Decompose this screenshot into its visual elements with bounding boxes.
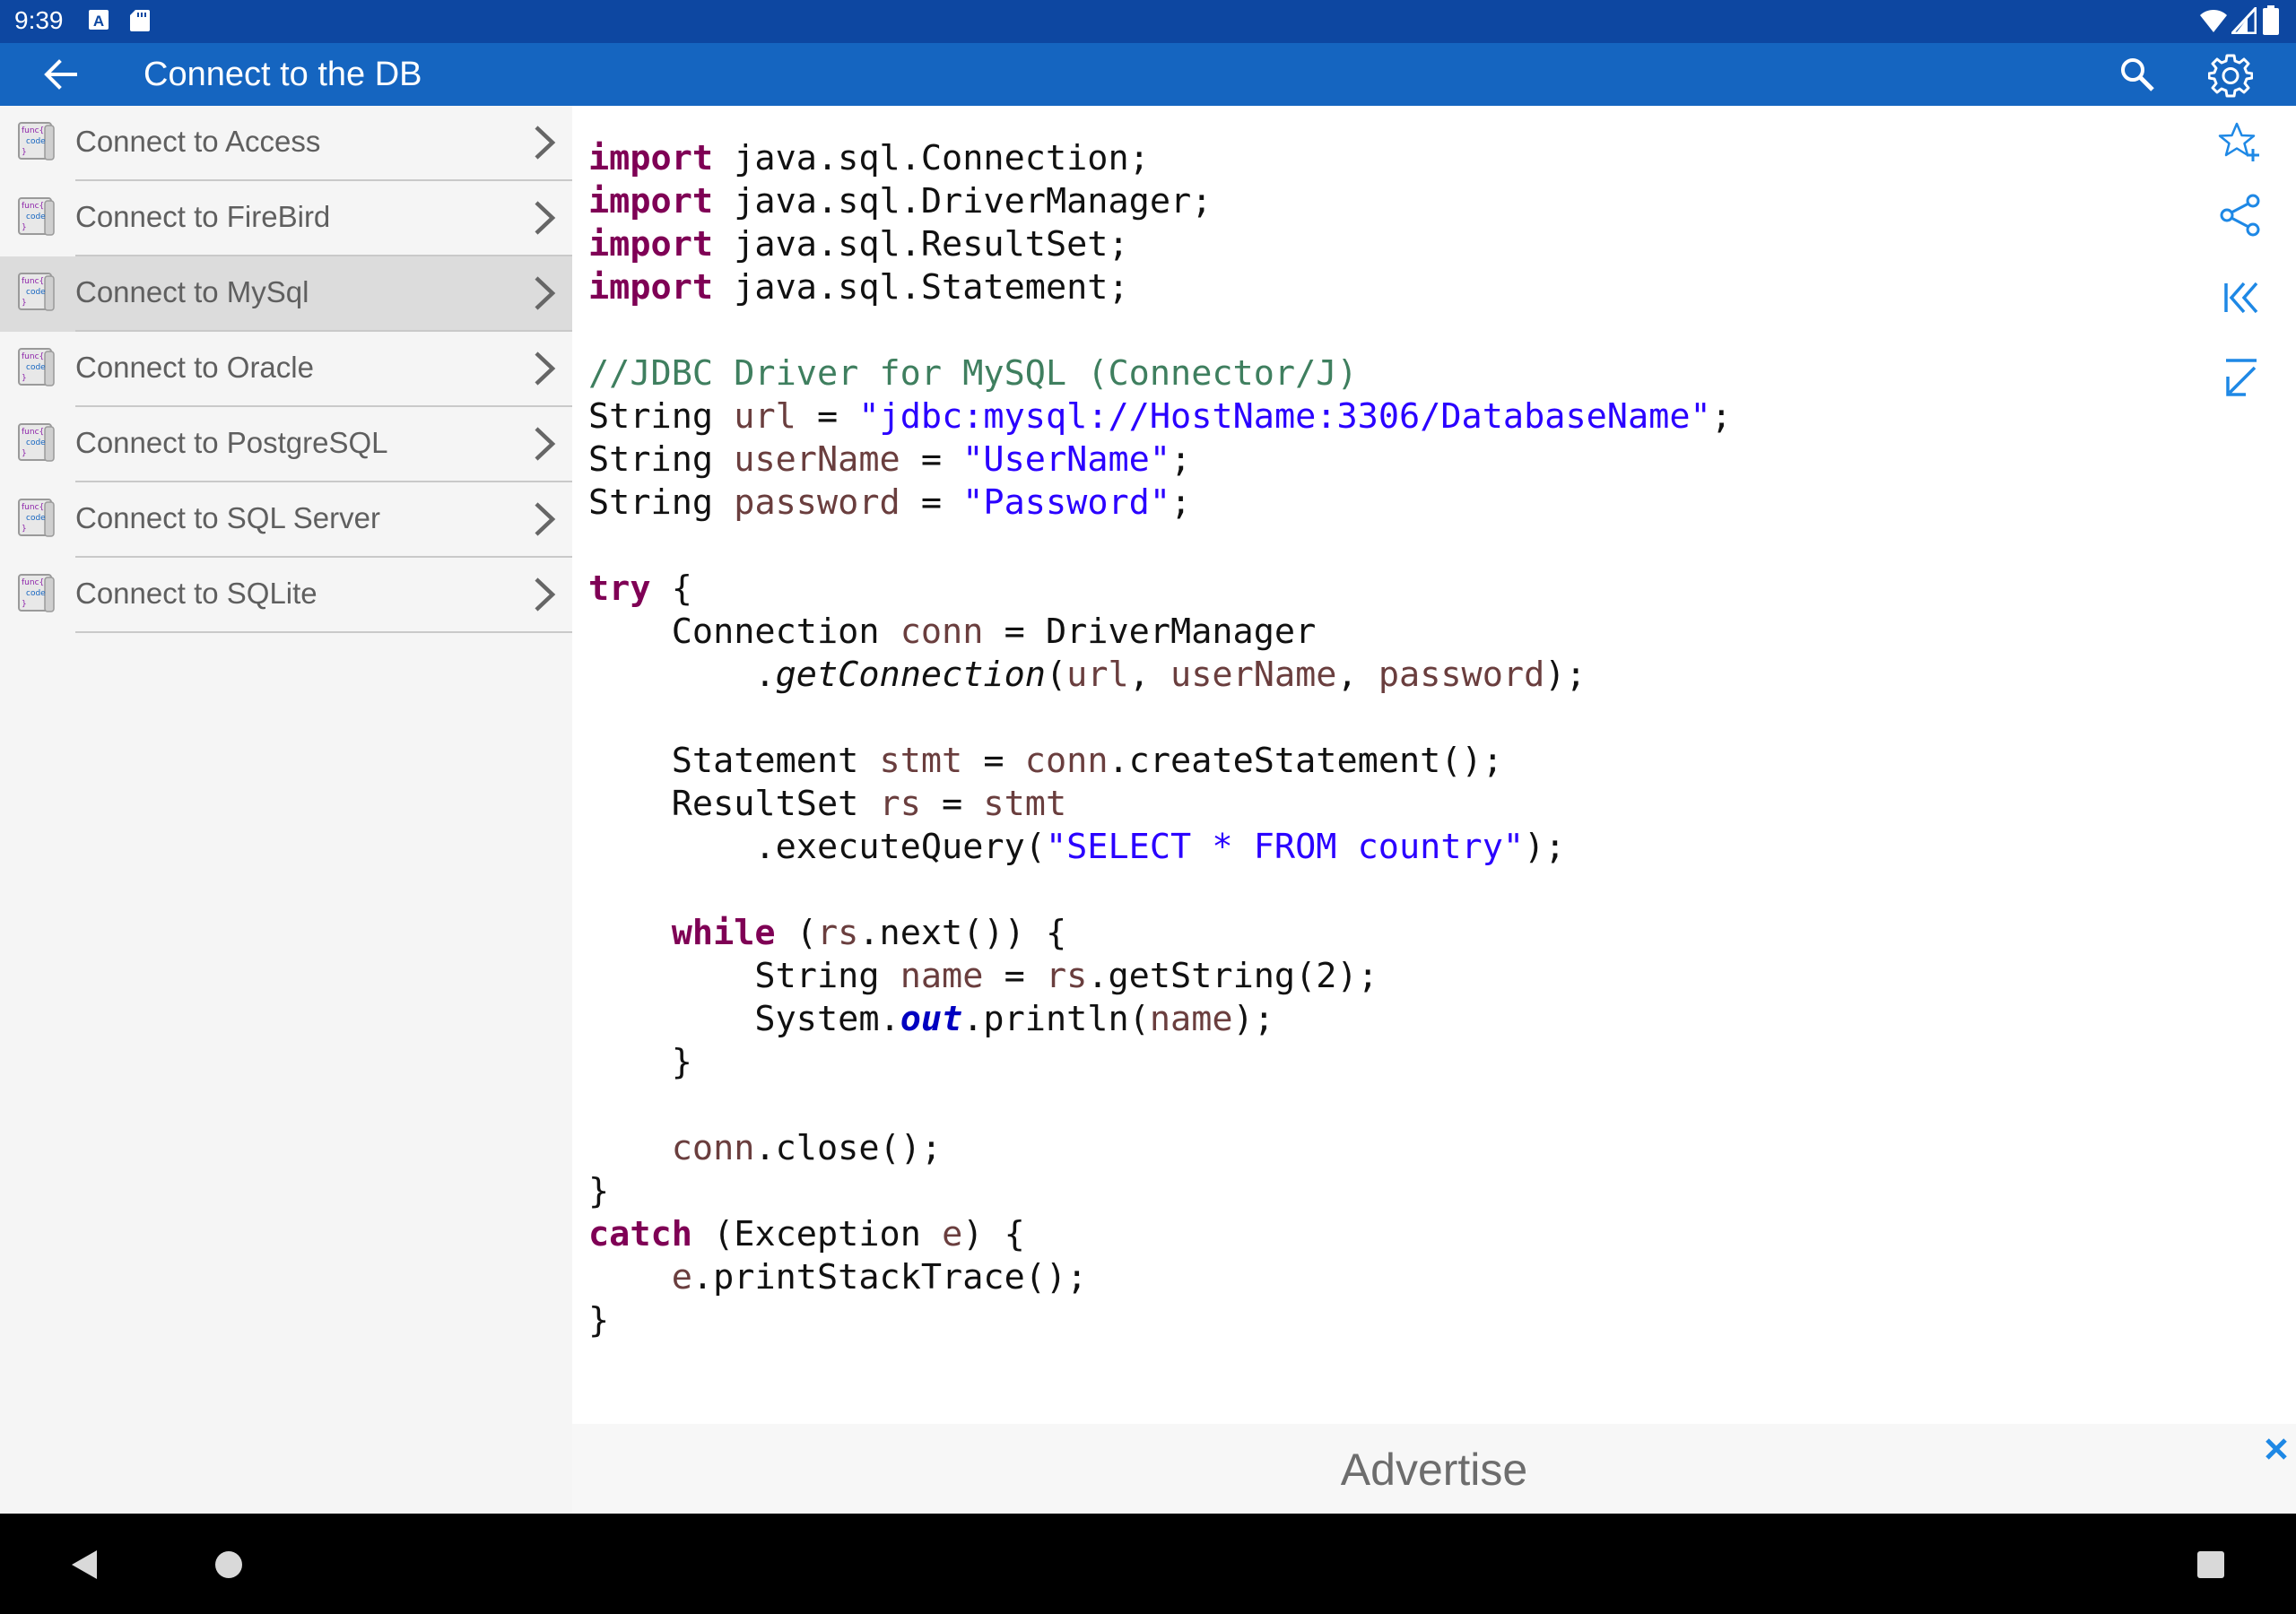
sidebar-item-label: Connect to SQL Server — [75, 501, 380, 534]
chevron-right-icon — [535, 577, 556, 612]
sidebar-item-firebird[interactable]: func{ code } Connect to FireBird — [0, 181, 572, 256]
sidebar: func{ code } Connect to Access func{ cod… — [0, 106, 572, 1514]
svg-text:}: } — [22, 374, 27, 383]
code-file-icon: func{ code } — [18, 574, 55, 612]
sidebar-item-sql-server[interactable]: func{ code } Connect to SQL Server — [0, 482, 572, 558]
svg-text:}: } — [22, 223, 27, 232]
back-arrow-icon[interactable] — [43, 56, 79, 92]
sidebar-item-label: Connect to MySql — [75, 275, 309, 308]
svg-text:}: } — [22, 299, 27, 308]
settings-gear-icon[interactable] — [2208, 53, 2253, 98]
svg-text:func{: func{ — [22, 202, 44, 211]
svg-text:func{: func{ — [22, 428, 44, 437]
divider — [75, 631, 572, 633]
sidebar-item-label: Connect to FireBird — [75, 200, 331, 233]
sidebar-item-postgresql[interactable]: func{ code } Connect to PostgreSQL — [0, 407, 572, 482]
svg-text:func{: func{ — [22, 503, 44, 512]
svg-text:A: A — [93, 13, 104, 30]
navigation-bar — [0, 1514, 2296, 1614]
code-file-icon: func{ code } — [18, 122, 55, 161]
sidebar-item-mysql[interactable]: func{ code } Connect to MySql — [0, 256, 572, 332]
favorite-add-icon[interactable] — [2217, 118, 2264, 165]
ad-text: Advertise — [1340, 1445, 1528, 1495]
a-notification-icon: A — [89, 10, 109, 30]
svg-text:code: code — [26, 363, 46, 372]
chevron-right-icon — [535, 427, 556, 461]
back-triangle-icon[interactable] — [68, 1548, 99, 1582]
status-time: 9:39 — [14, 6, 64, 34]
sidebar-item-label: Connect to PostgreSQL — [75, 426, 388, 459]
code-file-icon: func{ code } — [18, 197, 55, 236]
search-icon[interactable] — [2118, 56, 2156, 93]
svg-text:func{: func{ — [22, 126, 44, 135]
chevron-right-icon — [535, 126, 556, 160]
cellular-signal-icon — [2231, 7, 2257, 34]
chevron-right-icon — [535, 201, 556, 235]
svg-text:}: } — [22, 148, 27, 157]
recents-square-icon[interactable] — [2196, 1549, 2226, 1580]
expand-icon[interactable] — [2217, 355, 2264, 402]
svg-text:}: } — [22, 449, 27, 458]
code-file-icon: func{ code } — [18, 348, 55, 386]
query-string: "SELECT * FROM country" — [1045, 827, 1525, 867]
svg-text:code: code — [26, 438, 46, 447]
page-title: Connect to the DB — [144, 56, 422, 93]
code-file-icon: func{ code } — [18, 423, 55, 462]
chevron-right-icon — [535, 276, 556, 310]
svg-text:code: code — [26, 589, 46, 598]
sd-card-icon — [130, 10, 150, 31]
app-bar: Connect to the DB — [0, 43, 2296, 106]
code-line: import java.sql.ResultSet; — [588, 224, 1129, 265]
password-string: "Password" — [962, 482, 1171, 523]
svg-text:code: code — [26, 137, 46, 146]
chevron-right-icon — [535, 502, 556, 536]
code-line: import java.sql.Connection; — [588, 138, 1150, 178]
svg-text:code: code — [26, 514, 46, 523]
sidebar-item-label: Connect to SQLite — [75, 577, 317, 610]
sidebar-item-oracle[interactable]: func{ code } Connect to Oracle — [0, 332, 572, 407]
close-ad-icon[interactable] — [2264, 1436, 2289, 1462]
username-string: "UserName" — [962, 439, 1171, 480]
code-comment: //JDBC Driver for MySQL (Connector/J) — [588, 353, 1358, 394]
share-icon[interactable] — [2217, 192, 2264, 239]
svg-text:}: } — [22, 525, 27, 534]
code-line: import java.sql.DriverManager; — [588, 181, 1213, 221]
svg-text:}: } — [22, 600, 27, 609]
sidebar-item-access[interactable]: func{ code } Connect to Access — [0, 106, 572, 181]
sidebar-item-label: Connect to Oracle — [75, 351, 314, 384]
first-page-icon[interactable] — [2217, 274, 2264, 321]
status-bar: 9:39 A — [0, 0, 2296, 43]
svg-text:func{: func{ — [22, 277, 44, 286]
svg-text:code: code — [26, 288, 46, 297]
advertisement-banner[interactable]: Advertise — [572, 1424, 2296, 1514]
home-circle-icon[interactable] — [213, 1549, 244, 1580]
wifi-icon — [2200, 10, 2227, 32]
code-viewer: import java.sql.Connection; import java.… — [588, 138, 1732, 1341]
code-file-icon: func{ code } — [18, 273, 55, 311]
sidebar-item-label: Connect to Access — [75, 125, 321, 158]
chevron-right-icon — [535, 351, 556, 386]
code-line: import java.sql.Statement; — [588, 267, 1129, 308]
code-file-icon: func{ code } — [18, 499, 55, 537]
svg-text:func{: func{ — [22, 352, 44, 361]
url-string: "jdbc:mysql://HostName:3306/DatabaseName… — [858, 396, 1711, 437]
sidebar-item-sqlite[interactable]: func{ code } Connect to SQLite — [0, 558, 572, 633]
battery-icon — [2263, 5, 2279, 35]
svg-text:func{: func{ — [22, 578, 44, 587]
svg-text:code: code — [26, 213, 46, 221]
